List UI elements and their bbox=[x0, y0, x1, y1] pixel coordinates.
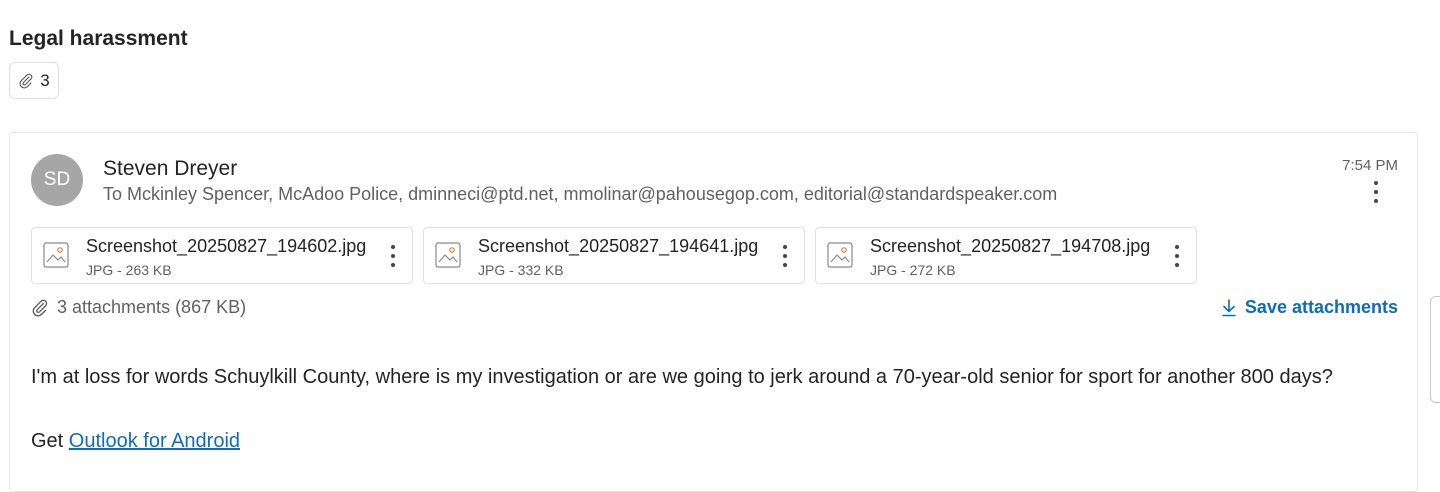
more-options-icon bbox=[1175, 245, 1179, 249]
attachment-more-button[interactable] bbox=[390, 245, 396, 267]
more-options-icon-dot bbox=[1175, 263, 1179, 267]
attachment-count: 3 bbox=[40, 70, 50, 90]
attachment-meta: JPG - 332 KB bbox=[478, 262, 564, 278]
download-icon bbox=[1222, 298, 1236, 316]
message-time: 7:54 PM bbox=[1342, 157, 1398, 174]
attachment-name: Screenshot_20250827_194602.jpg bbox=[86, 236, 367, 256]
save-attachments-label: Save attachments bbox=[1244, 297, 1398, 317]
message-card: SD Steven Dreyer To Mckinley Spencer, Mc… bbox=[9, 132, 1418, 492]
more-options-button[interactable] bbox=[1371, 181, 1381, 203]
image-file-icon bbox=[435, 242, 461, 268]
recipients-line[interactable]: To Mckinley Spencer, McAdoo Police, dmin… bbox=[103, 184, 1057, 205]
side-panel-handle[interactable] bbox=[1430, 296, 1440, 403]
more-options-icon-dot bbox=[1374, 190, 1378, 194]
more-options-icon bbox=[391, 245, 395, 249]
email-subject: Legal harassment bbox=[9, 27, 188, 50]
more-options-icon-dot bbox=[783, 263, 787, 267]
attachments-summary-text: 3 attachments (867 KB) bbox=[57, 297, 247, 317]
more-options-icon-dot bbox=[391, 263, 395, 267]
signature: Get Outlook for Android bbox=[31, 430, 240, 453]
more-options-icon bbox=[783, 245, 787, 249]
attachment-name: Screenshot_20250827_194641.jpg bbox=[478, 236, 759, 256]
image-file-icon bbox=[827, 242, 853, 268]
attachment-more-button[interactable] bbox=[782, 245, 788, 267]
paperclip-icon bbox=[19, 73, 33, 89]
more-options-icon-dot bbox=[1175, 254, 1179, 258]
message-body: I'm at loss for words Schuylkill County,… bbox=[31, 366, 1333, 388]
signature-prefix: Get bbox=[31, 430, 69, 452]
attachment-more-button[interactable] bbox=[1174, 245, 1180, 267]
attachment-card[interactable]: Screenshot_20250827_194602.jpg JPG - 263… bbox=[31, 227, 413, 284]
attachments-summary: 3 attachments (867 KB) bbox=[31, 297, 246, 318]
avatar[interactable]: SD bbox=[31, 154, 83, 206]
attachment-count-chip[interactable]: 3 bbox=[9, 62, 59, 99]
sender-name[interactable]: Steven Dreyer bbox=[103, 157, 237, 181]
attachment-card[interactable]: Screenshot_20250827_194641.jpg JPG - 332… bbox=[423, 227, 805, 284]
more-options-icon-dot bbox=[1374, 199, 1378, 203]
attachment-name: Screenshot_20250827_194708.jpg bbox=[870, 236, 1151, 256]
save-attachments-button[interactable]: Save attachments bbox=[1221, 297, 1398, 318]
more-options-icon-dot bbox=[783, 254, 787, 258]
outlook-android-link[interactable]: Outlook for Android bbox=[69, 430, 240, 452]
attachment-meta: JPG - 272 KB bbox=[870, 262, 956, 278]
attachment-card[interactable]: Screenshot_20250827_194708.jpg JPG - 272… bbox=[815, 227, 1197, 284]
paperclip-icon bbox=[32, 299, 48, 316]
image-file-icon bbox=[43, 242, 69, 268]
more-options-icon bbox=[1374, 181, 1378, 185]
more-options-icon-dot bbox=[391, 254, 395, 258]
attachment-meta: JPG - 263 KB bbox=[86, 262, 172, 278]
